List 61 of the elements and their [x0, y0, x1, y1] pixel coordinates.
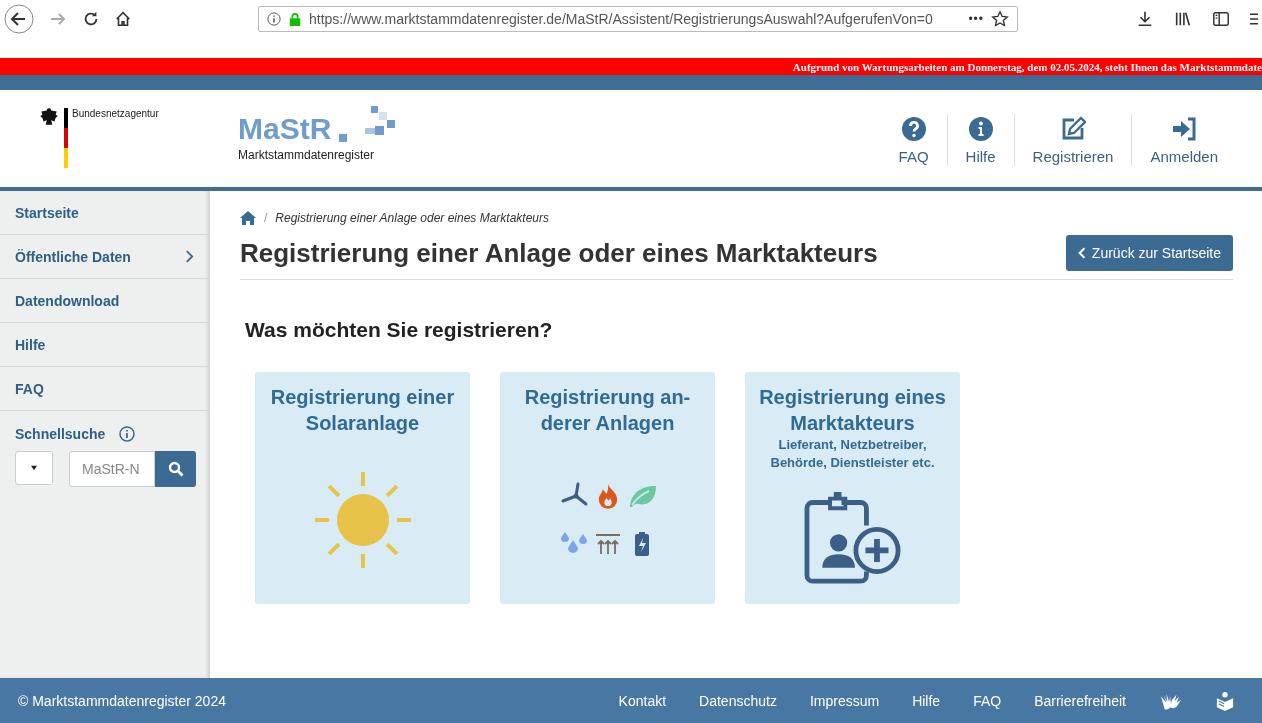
sidebar-item[interactable]: Datendownload	[0, 279, 210, 323]
sidebar-item[interactable]: Öffentliche Daten	[0, 235, 210, 279]
back-button[interactable]: Zurück zur Startseite	[1065, 235, 1233, 271]
url-text: https://www.marktstammdatenregister.de/MaStR/Assistent/RegistrierungsAuswahl?AufgerufenVon=0	[309, 11, 934, 27]
download-icon[interactable]	[1136, 10, 1154, 28]
home-icon[interactable]	[114, 10, 132, 28]
login-icon	[1171, 115, 1198, 142]
nav-link[interactable]: Hilfe	[947, 115, 1014, 165]
reload-icon[interactable]	[82, 10, 100, 28]
help-icon	[900, 115, 927, 142]
info-icon[interactable]	[267, 12, 281, 26]
battery-icon	[633, 532, 650, 556]
library-icon[interactable]	[1174, 10, 1192, 28]
clipboard-person-add-icon	[802, 491, 903, 585]
menu-icon[interactable]	[1250, 10, 1258, 28]
more-button[interactable]: •••	[968, 12, 984, 26]
registration-card[interactable]: Registrierung an-derer Anlagen	[500, 372, 715, 604]
chevron-left-icon	[1077, 247, 1086, 259]
nav-link[interactable]: Anmelden	[1132, 115, 1236, 165]
easy-read-icon[interactable]	[1216, 690, 1234, 711]
sidebar-item[interactable]: Hilfe	[0, 323, 210, 367]
nav-link[interactable]: FAQ	[880, 115, 947, 165]
footer-link[interactable]: Datenschutz	[699, 692, 777, 709]
registration-card[interactable]: Registrierung einer Solaranlage	[255, 372, 470, 604]
caret-icon	[30, 465, 38, 471]
footer-link[interactable]: Hilfe	[912, 692, 941, 709]
nav-link[interactable]: Registrieren	[1014, 115, 1132, 165]
registration-card[interactable]: Registrierung eines Marktakteurs Lieferant, Netzbetreiber, Behörde, Dienstleister etc.	[745, 372, 960, 604]
sidebar-item[interactable]: Startseite	[0, 191, 210, 235]
breadcrumb-separator: /	[264, 211, 268, 225]
search-button[interactable]	[155, 451, 196, 487]
heat-icon	[594, 533, 621, 555]
info-icon	[967, 115, 994, 142]
search-field[interactable]: MaStR-N	[69, 451, 155, 487]
agency-name: Bundesnetzagentur	[72, 108, 159, 121]
footer-link[interactable]: Impressum	[809, 692, 880, 709]
footer-link[interactable]: FAQ	[973, 692, 1002, 709]
sun-icon	[312, 470, 413, 570]
flag-stripe	[64, 108, 68, 168]
chevron-right-icon	[185, 250, 194, 263]
sidebar-icon[interactable]	[1212, 10, 1230, 28]
search-icon	[167, 461, 184, 477]
footer-link[interactable]: Barrierefreiheit	[1034, 692, 1126, 709]
star-icon[interactable]	[991, 10, 1009, 28]
maintenance-notice: Aufgrund von Wartungsarbeiten am Donnerstag, dem 02.05.2024, steht Ihnen das Marktstammdate	[792, 60, 1262, 73]
page-title: Registrierung einer Anlage oder eines Marktakteurs	[240, 237, 878, 269]
lock-icon	[288, 12, 302, 26]
home-icon[interactable]	[240, 211, 256, 225]
footer-link[interactable]: Kontakt	[618, 692, 667, 709]
quick-search-label: Schnellsuche	[15, 426, 106, 442]
sidebar-item[interactable]: FAQ	[0, 367, 210, 411]
logo-text: MaStR	[238, 112, 332, 146]
logo-subtitle: Marktstammdatenregister	[238, 148, 376, 162]
info-icon	[119, 426, 136, 442]
flame-icon	[596, 482, 619, 510]
section-heading: Was möchten Sie registrieren?	[245, 318, 554, 342]
back-icon[interactable]	[4, 4, 34, 34]
copyright-text: © Marktstammdatenregister 2024	[18, 692, 226, 709]
breadcrumb-item: Registrierung einer Anlage oder eines Marktakteurs	[275, 211, 550, 225]
address-bar[interactable]: https://www.marktstammdatenregister.de/MaStR/Assistent/RegistrierungsAuswahl?AufgerufenVon=0 •••	[258, 6, 1018, 32]
edit-icon	[1060, 115, 1086, 142]
